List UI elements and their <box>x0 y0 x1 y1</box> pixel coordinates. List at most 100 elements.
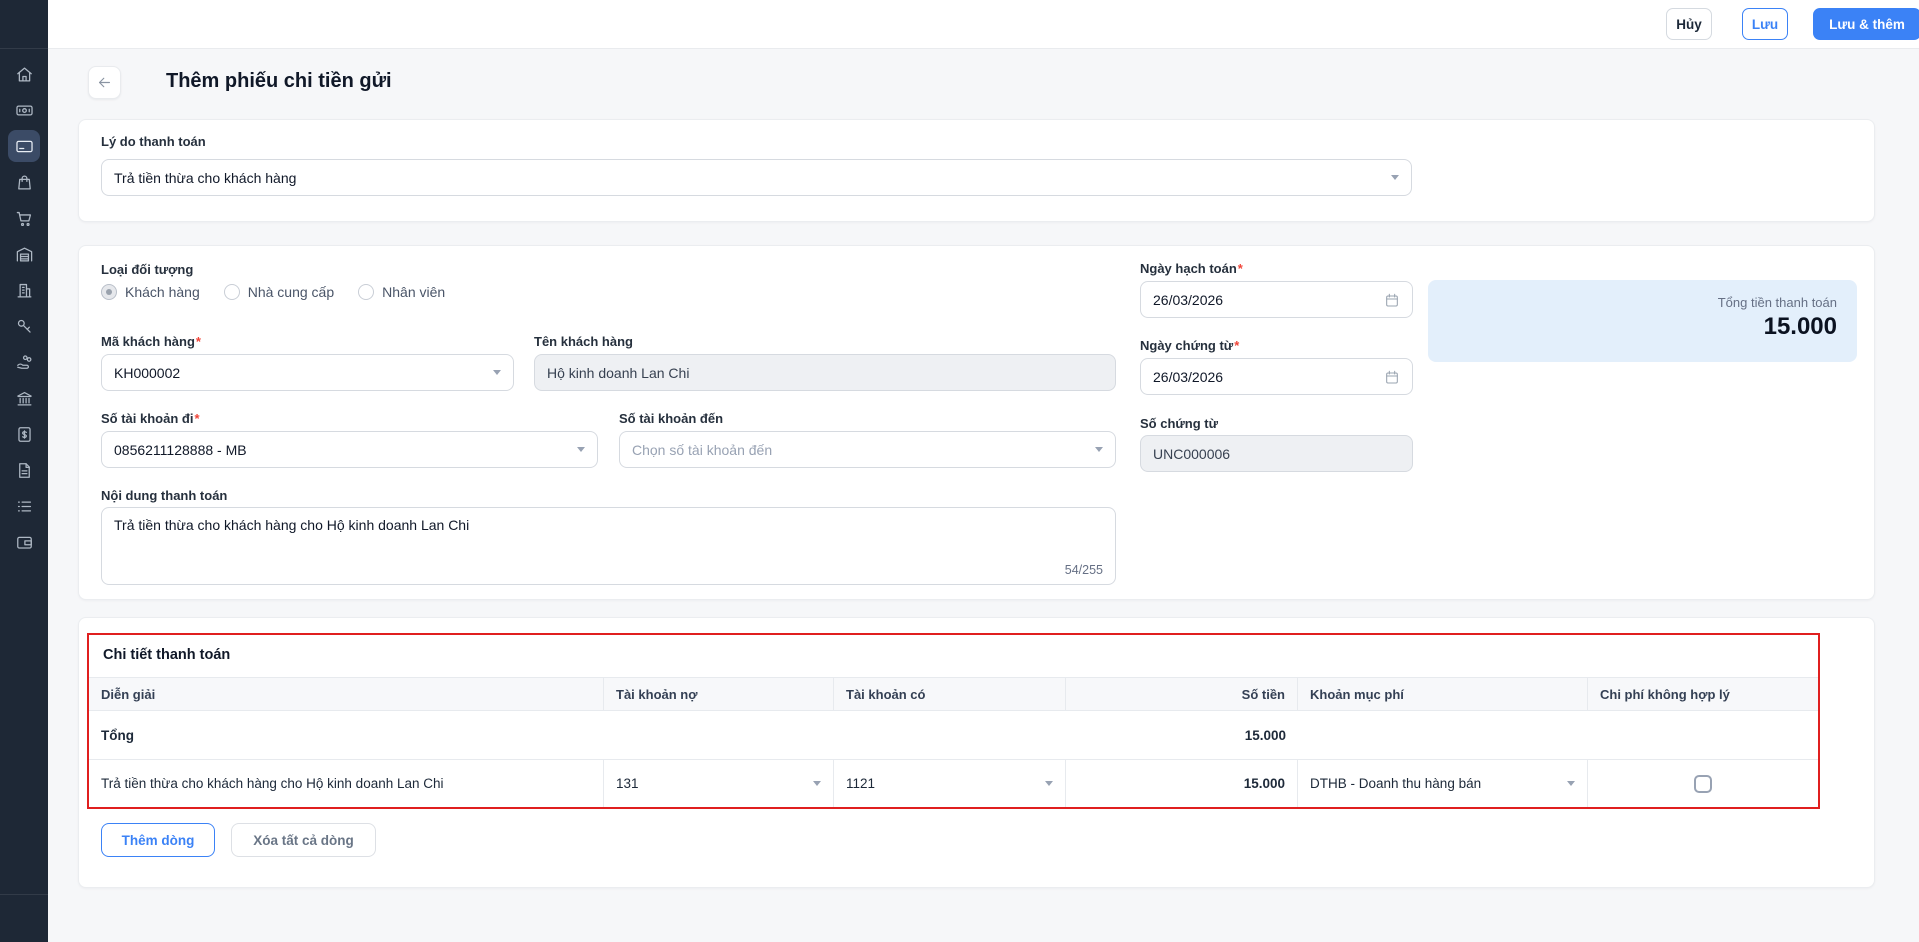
chevron-down-icon <box>1095 447 1103 452</box>
sidebar-item-bank[interactable] <box>0 380 48 416</box>
required-marker: * <box>1237 261 1243 276</box>
document-date-input[interactable]: 26/03/2026 <box>1140 358 1413 395</box>
sidebar-item-sales[interactable] <box>0 200 48 236</box>
delete-all-rows-button[interactable]: Xóa tất cả dòng <box>231 823 376 857</box>
row-amount: 15.000 <box>1243 776 1285 791</box>
sidebar-item-salary[interactable] <box>0 344 48 380</box>
table-header-row: Diễn giải Tài khoản nợ Tài khoản có Số t… <box>89 677 1818 711</box>
row-credit-account-select[interactable]: 1121 <box>834 760 1066 807</box>
object-type-label: Loại đối tượng <box>101 262 194 277</box>
character-counter: 54/255 <box>1064 563 1103 577</box>
sidebar-expand-button[interactable] <box>0 0 48 49</box>
chevron-down-icon <box>493 370 501 375</box>
sidebar <box>0 0 48 942</box>
document-number-value: UNC000006 <box>1153 445 1231 462</box>
row-fee-category-select[interactable]: DTHB - Doanh thu hàng bán <box>1298 760 1588 807</box>
customer-code-select[interactable]: KH000002 <box>101 354 514 391</box>
sidebar-item-purchases[interactable] <box>0 164 48 200</box>
row-description-cell[interactable]: Trả tiền thừa cho khách hàng cho Hộ kinh… <box>89 760 604 807</box>
document-icon <box>15 461 34 480</box>
radio-selected-icon <box>101 284 117 300</box>
radio-supplier[interactable]: Nhà cung cấp <box>223 284 334 300</box>
object-type-radio-group: Khách hàng Nhà cung cấp Nhân viên <box>101 284 445 300</box>
payment-content-value: Trả tiền thừa cho khách hàng cho Hộ kinh… <box>114 517 470 533</box>
highlight-rectangle: Chi tiết thanh toán Diễn giải Tài khoản … <box>87 633 1820 809</box>
col-unreasonable-expense: Chi phí không hợp lý <box>1600 686 1730 702</box>
sidebar-item-bank-deposit[interactable] <box>0 128 48 164</box>
total-row-amount: 15.000 <box>1244 728 1286 743</box>
sidebar-item-reports[interactable] <box>0 488 48 524</box>
total-row-label: Tổng <box>101 728 134 743</box>
payment-content-label: Nội dung thanh toán <box>101 488 228 503</box>
chevron-down-icon <box>1391 175 1399 180</box>
row-amount-cell[interactable]: 15.000 <box>1066 760 1298 807</box>
sidebar-item-assets[interactable] <box>0 308 48 344</box>
sidebar-item-cash[interactable] <box>0 92 48 128</box>
credit-card-icon <box>8 130 40 162</box>
cancel-button[interactable]: Hủy <box>1666 8 1712 40</box>
posting-date-input[interactable]: 26/03/2026 <box>1140 281 1413 318</box>
delete-row-button[interactable]: ✕ <box>1911 778 1919 804</box>
list-icon <box>15 497 34 516</box>
sidebar-item-company[interactable] <box>0 272 48 308</box>
row-debit-account-select[interactable]: 131 <box>604 760 834 807</box>
chevron-down-icon <box>577 447 585 452</box>
banknote-icon <box>15 101 34 120</box>
required-marker: * <box>194 411 200 426</box>
customer-name-value: Hộ kinh doanh Lan Chi <box>547 364 690 381</box>
sidebar-item-documents[interactable] <box>0 452 48 488</box>
radio-unselected-icon <box>223 284 240 300</box>
invoice-dollar-icon <box>15 425 34 444</box>
calendar-icon <box>1384 369 1400 385</box>
back-button[interactable] <box>88 66 121 99</box>
row-fee-category-value: DTHB - Doanh thu hàng bán <box>1310 776 1482 791</box>
home-icon <box>15 65 34 84</box>
radio-customer-label: Khách hàng <box>125 284 200 300</box>
table-total-row: Tổng 15.000 <box>89 712 1818 760</box>
page-title: Thêm phiếu chi tiền gửi <box>166 70 392 92</box>
col-fee-category: Khoản mục phí <box>1298 678 1588 710</box>
posting-date-label: Ngày hạch toán* <box>1140 261 1243 276</box>
save-and-add-button[interactable]: Lưu & thêm <box>1813 8 1919 40</box>
add-row-button[interactable]: Thêm dòng <box>101 823 215 857</box>
from-account-label: Số tài khoản đi* <box>101 411 200 426</box>
total-payment-label: Tổng tiền thanh toán <box>1717 295 1837 310</box>
sidebar-item-warehouse[interactable] <box>0 236 48 272</box>
shopping-bag-icon <box>15 173 34 192</box>
row-unreasonable-expense-cell <box>1588 760 1818 807</box>
reason-label: Lý do thanh toán <box>101 134 206 149</box>
reason-card: Lý do thanh toán Trả tiền thừa cho khách… <box>78 119 1875 222</box>
sidebar-item-wallet[interactable] <box>0 524 48 560</box>
to-account-label: Số tài khoản đến <box>619 411 724 426</box>
app-window: Hủy Lưu Lưu & thêm Thêm phiếu chi tiền g… <box>0 0 1919 942</box>
radio-employee-label: Nhân viên <box>382 284 446 300</box>
top-bar: Hủy Lưu Lưu & thêm <box>48 0 1919 49</box>
reason-select[interactable]: Trả tiền thừa cho khách hàng <box>101 159 1412 196</box>
wallet-icon <box>15 533 34 552</box>
table-row: Trả tiền thừa cho khách hàng cho Hộ kinh… <box>89 760 1818 807</box>
sidebar-item-tax[interactable] <box>0 416 48 452</box>
warehouse-icon <box>15 245 34 264</box>
to-account-select[interactable]: Chọn số tài khoản đến <box>619 431 1116 468</box>
customer-code-label: Mã khách hàng* <box>101 334 201 349</box>
shopping-cart-icon <box>15 209 34 228</box>
sidebar-item-home[interactable] <box>0 56 48 92</box>
document-number-label: Số chứng từ <box>1140 416 1219 431</box>
gear-icon <box>15 909 34 928</box>
from-account-select[interactable]: 0856211128888 - MB <box>101 431 598 468</box>
radio-employee[interactable]: Nhân viên <box>358 284 445 300</box>
customer-name-input: Hộ kinh doanh Lan Chi <box>534 354 1116 391</box>
sidebar-item-settings[interactable] <box>0 894 48 942</box>
radio-unselected-icon <box>358 284 375 300</box>
payment-details-card: Chi tiết thanh toán Diễn giải Tài khoản … <box>78 617 1919 888</box>
reason-value: Trả tiền thừa cho khách hàng <box>114 169 297 186</box>
unreasonable-expense-checkbox[interactable] <box>1694 774 1712 793</box>
calendar-icon <box>1384 292 1400 308</box>
col-description: Diễn giải <box>89 678 604 710</box>
row-credit-account-value: 1121 <box>846 776 876 791</box>
payment-content-textarea[interactable]: Trả tiền thừa cho khách hàng cho Hộ kinh… <box>101 507 1116 585</box>
voucher-form-card: Loại đối tượng Khách hàng Nhà cung cấp N… <box>78 245 1875 600</box>
save-button[interactable]: Lưu <box>1742 8 1788 40</box>
chevron-down-icon <box>1567 781 1575 786</box>
radio-customer[interactable]: Khách hàng <box>101 284 200 300</box>
